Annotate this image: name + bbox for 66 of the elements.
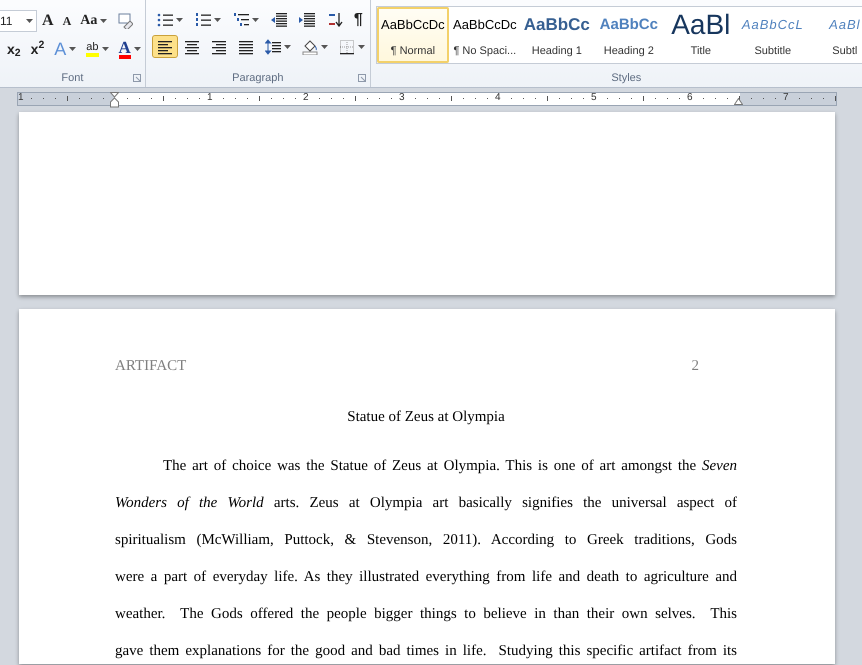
- caret-icon: [100, 18, 108, 22]
- caret-icon: [214, 18, 221, 22]
- borders-icon: [338, 38, 355, 54]
- ruler-number: 6: [687, 92, 693, 104]
- numbered-list-icon: [194, 12, 211, 28]
- sort-icon: [326, 12, 343, 28]
- document-title: Statue of Zeus at Olympia: [346, 408, 506, 426]
- paint-bucket-icon: [302, 38, 318, 54]
- ruler-number: 3: [399, 92, 405, 104]
- style-swatch[interactable]: AaBbCcDc ¶ Normal: [376, 7, 449, 63]
- eraser-icon: [117, 12, 134, 28]
- right-indent-marker-icon[interactable]: [734, 98, 743, 105]
- line-spacing-icon: [264, 38, 281, 54]
- style-swatch[interactable]: AaBl Title: [664, 7, 737, 63]
- align-left-button[interactable]: [152, 35, 178, 58]
- dialog-launcher-icon[interactable]: [358, 74, 366, 82]
- font-color-button[interactable]: A: [114, 38, 145, 60]
- group-label: Font: [61, 70, 84, 86]
- ruler-number: 5: [591, 92, 597, 104]
- align-left-icon: [156, 38, 173, 54]
- caret-icon: [26, 18, 33, 22]
- text-line: weather. The Gods offered the people bigger things to believe in than their own selves. This: [115, 605, 737, 624]
- show-marks-button[interactable]: ¶: [350, 8, 367, 30]
- caret-icon: [320, 44, 328, 48]
- align-right-icon: [210, 38, 227, 54]
- text-line: spiritualism (McWilliam, Puttock, & Stevenson, 2011). According to Greek traditions, Gods: [115, 531, 737, 550]
- group-label: Paragraph: [232, 70, 284, 86]
- style-swatch[interactable]: AaBbCc Heading 2: [592, 7, 665, 63]
- increase-indent-icon: [298, 12, 315, 28]
- style-swatch[interactable]: AaBbCcDc ¶ No Spaci...: [448, 7, 521, 63]
- caret-icon: [358, 44, 365, 48]
- text-line: Wonders of the World arts. Zeus at Olympia art basically signifies the universal aspect of: [115, 494, 737, 513]
- group-label: Styles: [611, 70, 642, 86]
- multilevel-list-icon: [232, 12, 249, 28]
- text-line: The art of choice was the Statue of Zeus at Olympia. This is one of art amongst the Seven: [162, 457, 737, 476]
- subscript-button[interactable]: x$_{2}$: [3, 38, 25, 60]
- ruler-number: 1: [207, 92, 213, 104]
- bullet-list-icon: [156, 12, 173, 28]
- superscript-button[interactable]: x$^{2}$: [26, 38, 48, 60]
- caret-icon: [102, 47, 109, 51]
- font-size-field[interactable]: 11: [0, 10, 37, 32]
- decrease-indent-icon: [270, 12, 287, 28]
- text-line: gave them explanations for the good and bad times in life. Studying this specific artifact from its: [115, 642, 737, 661]
- page-header: ARTIFACT: [115, 357, 186, 376]
- caret-icon: [252, 18, 259, 22]
- ruler-number: 2: [303, 92, 309, 104]
- grow-font-button[interactable]: A: [38, 10, 58, 32]
- align-center-icon: [184, 38, 200, 54]
- text-line: were a part of everyday life. As they illustrated everything from life and death to agriculture and: [115, 568, 737, 587]
- change-case-button[interactable]: Aa: [76, 10, 112, 32]
- style-swatch[interactable]: AaBl Subtl: [808, 7, 862, 63]
- justify-icon: [238, 38, 254, 54]
- ruler-number: 4: [495, 92, 501, 104]
- dialog-launcher-icon[interactable]: [132, 74, 141, 82]
- style-swatch[interactable]: AaBbCcL Subtitle: [736, 7, 809, 63]
- indent-marker-icon[interactable]: [110, 92, 119, 108]
- highlight-button[interactable]: ab: [82, 38, 113, 60]
- ruler-number: 7: [783, 92, 789, 104]
- page-number: 2: [692, 357, 699, 376]
- ruler-number: 1: [18, 92, 24, 104]
- caret-icon: [176, 18, 183, 22]
- style-swatch[interactable]: AaBbCc Heading 1: [520, 7, 593, 63]
- caret-icon: [69, 47, 76, 51]
- shrink-font-button[interactable]: A: [58, 10, 76, 32]
- caret-icon: [284, 44, 291, 48]
- caret-icon: [134, 47, 141, 51]
